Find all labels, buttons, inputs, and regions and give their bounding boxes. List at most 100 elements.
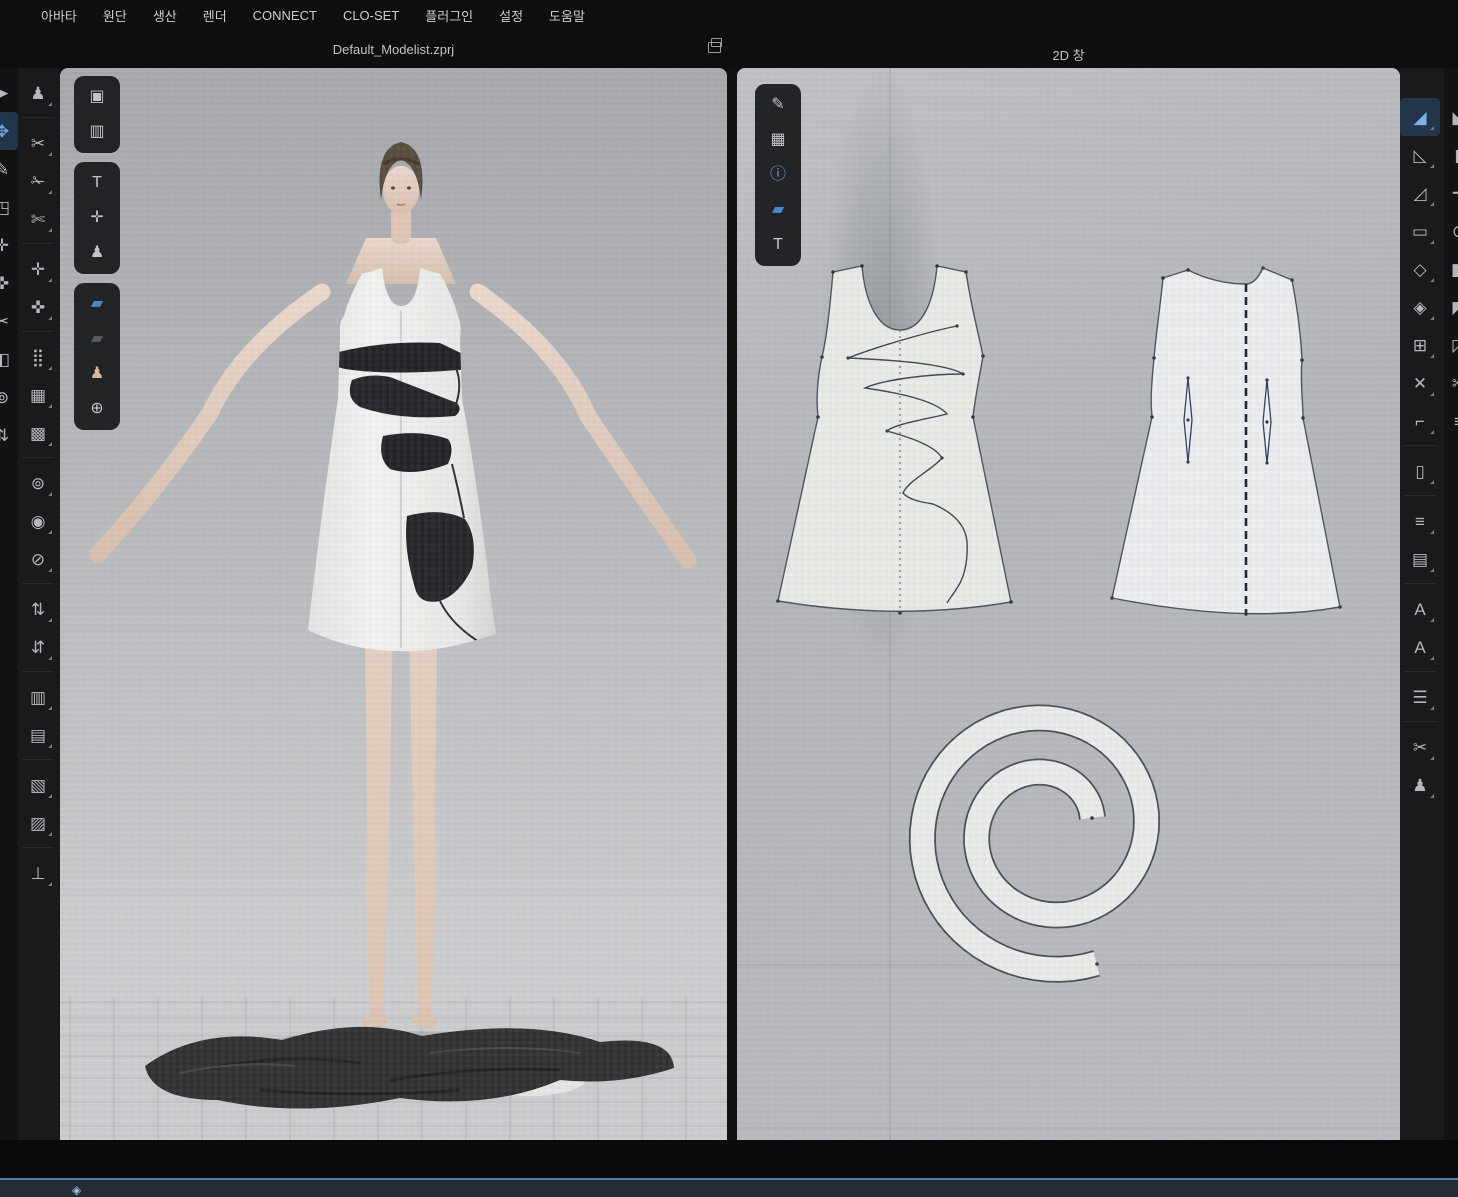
tool-pin-box[interactable]: ✜ <box>18 288 58 326</box>
menu-production[interactable]: 생산 <box>142 2 188 29</box>
avatar-skin-icon: ♟ <box>90 366 104 382</box>
tool-clip-arrange-tool[interactable]: ◣ <box>1444 98 1458 136</box>
menu-plugin[interactable]: 플러그인 <box>414 2 484 29</box>
measure-edit-icon: ≡ <box>1415 513 1425 530</box>
fabric-roll-c-icon: ▧ <box>30 777 46 794</box>
avatar-left-arm <box>98 292 322 554</box>
tool-transform-pattern[interactable]: ◢ <box>1400 98 1440 136</box>
tool-fabric-roll-a[interactable]: ▥ <box>18 678 58 716</box>
garment-dress[interactable] <box>308 268 496 651</box>
tool-sew-edit[interactable]: ✂ <box>18 124 58 162</box>
tool-notch-cut[interactable]: ✕ <box>1400 364 1440 402</box>
select-tool-icon: ➤ <box>0 85 9 102</box>
tool-button-edit[interactable]: ◉ <box>18 502 58 540</box>
menu-settings[interactable]: 설정 <box>488 2 534 29</box>
zipper-strip-tool-icon: ⇅ <box>0 427 9 444</box>
tool-steam-iron-tool[interactable]: ◳ <box>0 188 18 226</box>
v2d-fabric-blue[interactable]: ▰ <box>761 194 795 226</box>
tool-texture-paint[interactable]: ▩ <box>18 414 58 452</box>
tool-sewing-tool[interactable]: ✂ <box>0 302 18 340</box>
tool-pin-edit[interactable]: ✛ <box>18 250 58 288</box>
viewport-3d[interactable]: ▣▥ T✛♟ ▰▰♟⊕ <box>60 68 727 1140</box>
v3d-arrangement-pins[interactable]: ✛ <box>80 202 114 234</box>
tool-rectangle-pattern[interactable]: ▭ <box>1400 212 1440 250</box>
avatar-face <box>383 166 419 214</box>
v2d-sewing-pen[interactable]: ✎ <box>761 89 795 121</box>
tool-text-insert[interactable]: A <box>1400 628 1440 666</box>
tool-dart-dots[interactable]: ◈ <box>1400 288 1440 326</box>
v3d-show-environment[interactable]: ⊕ <box>80 393 114 425</box>
tool-pin-tool[interactable]: ✛ <box>0 226 18 264</box>
v2d-pattern-shirt[interactable]: T <box>761 229 795 261</box>
tool-zipper-strip-tool[interactable]: ⇅ <box>0 416 18 454</box>
v3d-render-mode-garment[interactable]: ▥ <box>80 116 114 148</box>
2d-pattern-canvas[interactable] <box>737 68 1400 1140</box>
viewport-divider[interactable] <box>727 68 737 1140</box>
tool-texture-edit[interactable]: ▦ <box>18 376 58 414</box>
tool-clip-sew-tool[interactable]: ✂ <box>1444 364 1458 402</box>
tool-move-gizmo-tool[interactable]: ✥ <box>0 112 18 150</box>
menu-help[interactable]: 도움말 <box>538 2 596 29</box>
avatar-head <box>380 142 423 214</box>
tool-trace-pattern[interactable]: ⌐ <box>1400 402 1440 440</box>
viewport-2d[interactable]: ✎▦ⓘ▰T <box>737 68 1400 1140</box>
tool-shred-fabric[interactable]: ⣿ <box>18 338 58 376</box>
v2d-pattern-info[interactable]: ⓘ <box>761 159 795 191</box>
tool-select-tool[interactable]: ➤ <box>0 74 18 112</box>
tool-fit-garment[interactable]: ♟ <box>1400 766 1440 804</box>
menu-avatar[interactable]: 아바타 <box>30 2 88 29</box>
restore-window-icon[interactable] <box>708 42 721 53</box>
tool-zipper-edit[interactable]: ⇵ <box>18 628 58 666</box>
v3d-render-mode-solid[interactable]: ▣ <box>80 81 114 113</box>
tool-avatar-pose[interactable]: ♟ <box>18 74 58 112</box>
pattern-piece-back[interactable] <box>1110 266 1342 616</box>
tool-zipper-place[interactable]: ⇅ <box>18 590 58 628</box>
v2d-texture-shirt[interactable]: ▦ <box>761 124 795 156</box>
tool-measure-edit[interactable]: ≡ <box>1400 502 1440 540</box>
tool-buttonhole-lock[interactable]: ⊘ <box>18 540 58 578</box>
tool-pen-3d-tool[interactable]: ✎ <box>0 150 18 188</box>
tool-clip-fold-tool[interactable]: ◧ <box>1444 250 1458 288</box>
tool-text-edit[interactable]: A <box>1400 590 1440 628</box>
tool-fabric-roll-b[interactable]: ▤ <box>18 716 58 754</box>
v3d-show-garment[interactable]: T <box>80 167 114 199</box>
tool-clamp[interactable]: ⊥ <box>18 854 58 892</box>
menu-connect[interactable]: CONNECT <box>242 4 328 27</box>
menu-clo-set[interactable]: CLO-SET <box>332 4 410 27</box>
back-outline <box>1112 268 1340 614</box>
tool-sew-free[interactable]: ✄ <box>18 200 58 238</box>
tool-button-strip-tool[interactable]: ⊚ <box>0 378 18 416</box>
v3d-fabric-view-dark[interactable]: ▰ <box>80 323 114 355</box>
tool-tape-measure[interactable]: ▤ <box>1400 540 1440 578</box>
tool-fabric-roll-d[interactable]: ▨ <box>18 804 58 842</box>
tool-fabric-roll-c[interactable]: ▧ <box>18 766 58 804</box>
tool-button-place[interactable]: ⊚ <box>18 464 58 502</box>
3d-scene-canvas[interactable] <box>60 68 727 1140</box>
menu-render[interactable]: 렌더 <box>192 2 238 29</box>
tool-clip-pin-tool[interactable]: ✛ <box>1444 174 1458 212</box>
tool-sew-2d[interactable]: ✂ <box>1400 728 1440 766</box>
taskbar-app-icon[interactable]: ◈ <box>72 1184 81 1196</box>
viewport2d-header: 2D 창 <box>737 30 1400 68</box>
tool-seam-tape[interactable]: ▯ <box>1400 452 1440 490</box>
zipper-place-icon: ⇅ <box>31 601 45 618</box>
tool-clip-select-tool[interactable]: ◤ <box>1444 288 1458 326</box>
tool-clone-pattern[interactable]: ⊞ <box>1400 326 1440 364</box>
tool-pleats[interactable]: ☰ <box>1400 678 1440 716</box>
pattern-piece-spiral-band[interactable] <box>922 718 1146 969</box>
tool-clip-zoom-tool[interactable]: ⊙ <box>1444 212 1458 250</box>
v3d-show-avatar[interactable]: ♟ <box>80 237 114 269</box>
tool-clip-measure-tool[interactable]: ≡ <box>1444 402 1458 440</box>
tool-edit-curvature[interactable]: ◿ <box>1400 174 1440 212</box>
v3d-fabric-view-blue[interactable]: ▰ <box>80 288 114 320</box>
tool-fold-tool[interactable]: ◧ <box>0 340 18 378</box>
tool-sew-segment[interactable]: ✁ <box>18 162 58 200</box>
show-garment-icon: T <box>92 175 102 191</box>
tool-dart[interactable]: ◇ <box>1400 250 1440 288</box>
tool-clip-garment-tool[interactable]: ▮ <box>1444 136 1458 174</box>
tool-edit-pattern[interactable]: ◺ <box>1400 136 1440 174</box>
menu-fabric[interactable]: 원단 <box>92 2 138 29</box>
v3d-avatar-skin[interactable]: ♟ <box>80 358 114 390</box>
tool-clip-edit-tool[interactable]: ◸ <box>1444 326 1458 364</box>
tool-tack-tool[interactable]: ✜ <box>0 264 18 302</box>
